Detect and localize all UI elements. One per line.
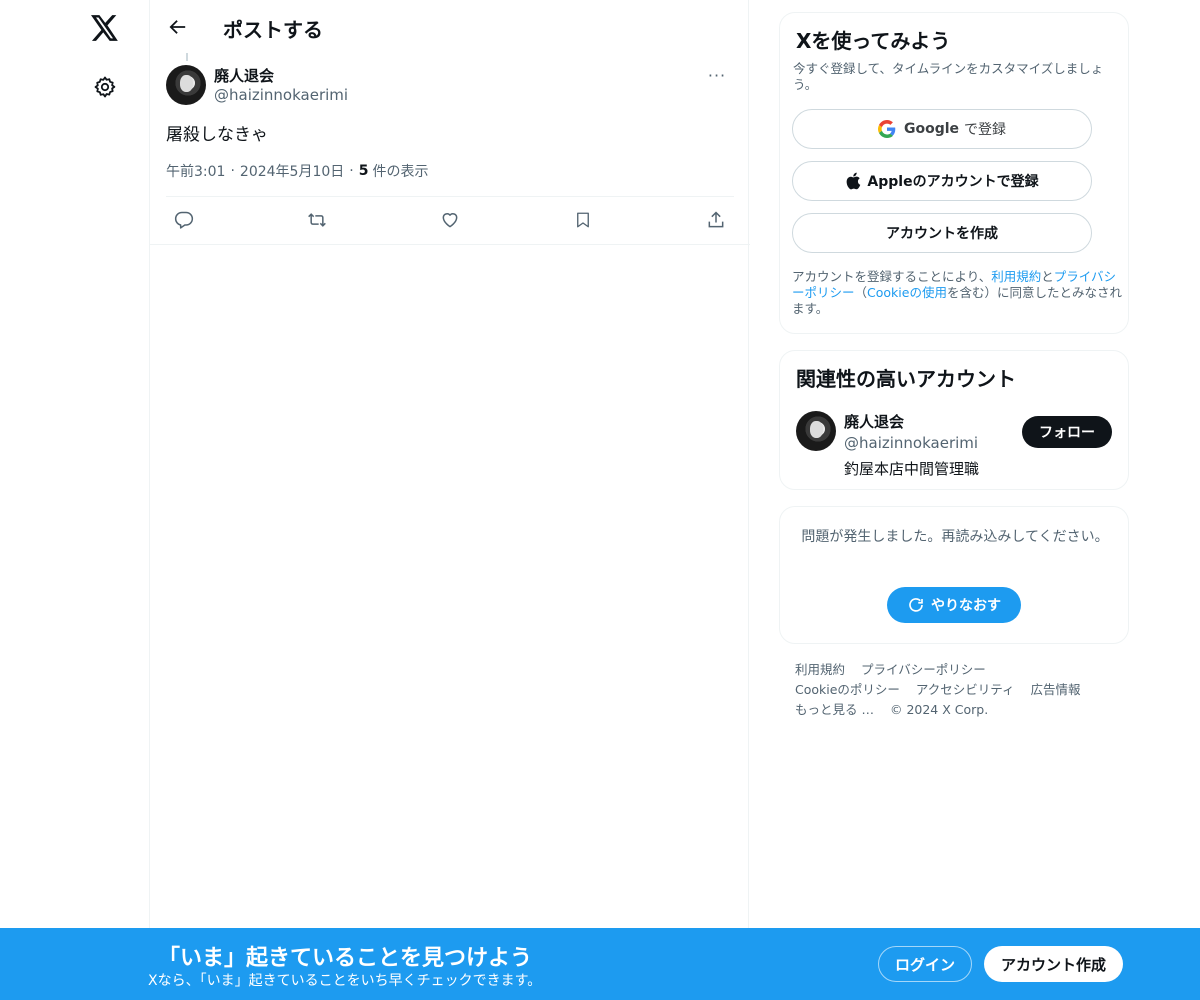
repost-icon	[308, 213, 326, 227]
x-logo-icon[interactable]	[89, 12, 121, 44]
google-icon	[877, 120, 896, 138]
apple-signup-button[interactable]: Appleのアカウントで登録	[792, 161, 1092, 201]
repost-button[interactable]	[299, 202, 335, 238]
related-bio: 釣屋本店中間管理職	[844, 460, 980, 478]
footer-link-more[interactable]: もっと見る …	[795, 702, 874, 717]
post-author: 廃人退会 @haizinnokaerimi ···	[166, 65, 734, 105]
back-arrow-icon	[169, 20, 186, 34]
reply-button[interactable]	[166, 202, 202, 238]
follow-button[interactable]: フォロー	[1022, 416, 1112, 448]
bottom-bar-subtitle: Xなら、「いま」起きていることをいち早くチェックできます。	[148, 973, 542, 989]
retry-label: やりなおす	[931, 598, 1001, 614]
main-column: ポストする 廃人退会 @haizinnokaerimi ··· 屠殺しなきゃ 午…	[149, 0, 750, 1000]
post-time[interactable]: 午前3:01	[166, 161, 225, 181]
left-nav	[0, 0, 150, 1000]
divider	[166, 196, 734, 197]
signup-card: Xを使ってみよう 今すぐ登録して、タイムラインをカスタマイズしましょう。 Goo…	[779, 12, 1129, 334]
views-count: 5	[358, 163, 369, 179]
meta-separator: ·	[349, 163, 354, 179]
signup-subtitle: 今すぐ登録して、タイムラインをカスタマイズしましょう。	[793, 61, 1104, 92]
like-button[interactable]	[432, 202, 468, 238]
reply-icon	[174, 211, 194, 229]
terms-prefix: アカウントを登録することにより、	[792, 269, 992, 284]
terms-open-paren: （	[854, 285, 868, 300]
bookmark-icon	[577, 212, 589, 228]
divider	[150, 244, 750, 245]
google-signup-button[interactable]: Google で登録	[792, 109, 1092, 149]
thread-line	[186, 53, 188, 61]
apple-signup-label: Appleのアカウントで登録	[867, 174, 1039, 190]
post-meta: 午前3:01 · 2024年5月10日 · 5 件の表示	[166, 161, 428, 181]
author-handle[interactable]: @haizinnokaerimi	[214, 86, 348, 104]
google-signup-label: で登録	[964, 122, 1007, 138]
related-handle[interactable]: @haizinnokaerimi	[844, 434, 978, 452]
share-icon	[708, 211, 724, 228]
post-text: 屠殺しなきゃ	[166, 125, 268, 145]
signup-button[interactable]: アカウント作成	[984, 946, 1123, 982]
post-date[interactable]: 2024年5月10日	[240, 161, 344, 181]
create-account-label: アカウントを作成	[886, 226, 998, 242]
related-name[interactable]: 廃人退会	[844, 411, 904, 432]
footer-link-ads[interactable]: 広告情報	[1031, 682, 1081, 697]
error-card: 問題が発生しました。再読み込みしてください。 やりなおす	[779, 506, 1129, 644]
terms-and: と	[1041, 269, 1054, 284]
login-button[interactable]: ログイン	[878, 946, 972, 982]
error-message: 問題が発生しました。再読み込みしてください。	[801, 529, 1109, 545]
avatar[interactable]	[796, 411, 836, 451]
footer-links: 利用規約 プライバシーポリシー Cookieのポリシー アクセシビリティ 広告情…	[795, 660, 1115, 720]
create-account-button[interactable]: アカウントを作成	[792, 213, 1092, 253]
refresh-icon	[909, 598, 923, 612]
like-icon	[442, 213, 458, 228]
retry-button[interactable]: やりなおす	[887, 587, 1021, 623]
page-title: ポストする	[223, 18, 323, 42]
views-label: 件の表示	[372, 164, 429, 180]
terms-text: アカウントを登録することにより、利用規約とプライバシーポリシー（Cookieの使…	[792, 269, 1122, 317]
author-name[interactable]: 廃人退会	[214, 65, 274, 86]
signup-title: Xを使ってみよう	[796, 29, 951, 53]
share-button[interactable]	[698, 202, 734, 238]
copyright: © 2024 X Corp.	[889, 702, 989, 717]
footer-link-accessibility[interactable]: アクセシビリティ	[916, 682, 1015, 697]
more-options-button[interactable]: ···	[702, 65, 732, 85]
page-header: ポストする	[150, 0, 750, 53]
bookmark-button[interactable]	[565, 202, 601, 238]
terms-link[interactable]: 利用規約	[991, 269, 1041, 284]
gear-icon[interactable]	[89, 71, 121, 103]
apple-icon	[847, 172, 861, 190]
bottom-signup-bar: 「いま」起きていることを見つけよう Xなら、「いま」起きていることをいち早くチェ…	[0, 928, 1200, 1000]
google-brand-label: Google	[903, 121, 960, 137]
cookie-link[interactable]: Cookieの使用	[867, 285, 947, 300]
related-accounts-card: 関連性の高いアカウント 廃人退会 @haizinnokaerimi 釣屋本店中間…	[779, 350, 1129, 490]
footer-link-privacy[interactable]: プライバシーポリシー	[861, 662, 986, 677]
meta-separator: ·	[230, 163, 235, 179]
post-actions	[166, 200, 734, 240]
back-button[interactable]	[162, 11, 194, 43]
bottom-bar-title: 「いま」起きていることを見つけよう	[158, 946, 533, 971]
avatar[interactable]	[166, 65, 206, 105]
footer-link-terms[interactable]: 利用規約	[795, 662, 845, 677]
footer-link-cookie[interactable]: Cookieのポリシー	[795, 682, 900, 697]
related-title: 関連性の高いアカウント	[796, 367, 1016, 391]
